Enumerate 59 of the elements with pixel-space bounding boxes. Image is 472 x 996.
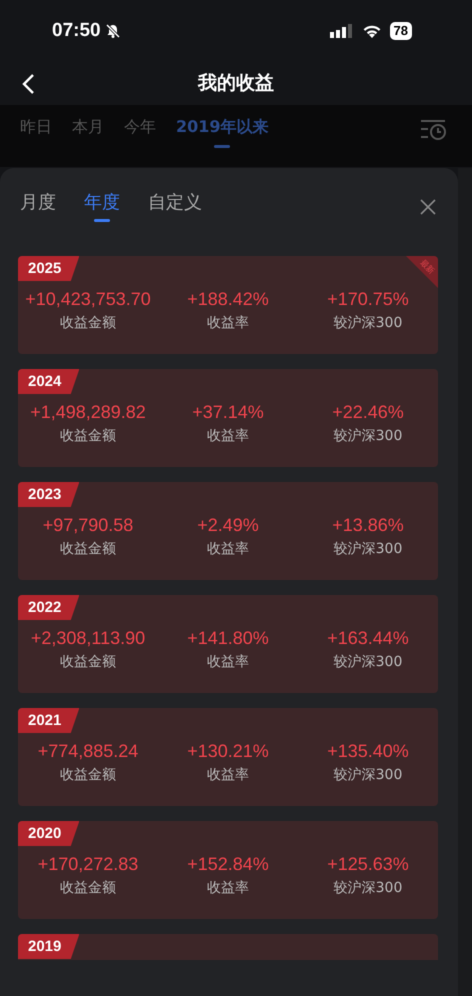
status-time: 07:50 [52, 18, 101, 43]
vs-index-return: +125.63% [327, 853, 409, 875]
year-tag: 2021 [18, 708, 80, 733]
signal-icon [330, 24, 354, 38]
vs-index-return: +170.75% [327, 288, 409, 310]
profit-amount: +10,423,753.70 [25, 288, 151, 310]
profit-amount: +97,790.58 [42, 514, 134, 536]
period-tab[interactable]: 2019年以来 [176, 115, 269, 148]
vs-index-return: +22.46% [332, 401, 404, 423]
return-rate: +37.14% [192, 401, 264, 423]
metric-label: 收益金额 [60, 766, 116, 785]
period-tab[interactable]: 今年 [124, 115, 156, 139]
metric-label: 收益金额 [60, 314, 116, 333]
metric-label: 收益率 [207, 766, 249, 785]
vs-index-return: +13.86% [332, 514, 404, 536]
return-rate: +130.21% [187, 740, 269, 762]
metric-label: 收益率 [207, 653, 249, 672]
metric-label: 较沪深300 [334, 427, 402, 446]
metric-label: 较沪深300 [334, 314, 402, 333]
metric-label: 收益金额 [60, 427, 116, 446]
metric-label: 较沪深300 [334, 653, 402, 672]
return-rate: +141.80% [187, 627, 269, 649]
history-filter-icon[interactable] [420, 119, 446, 141]
year-tag: 2023 [18, 482, 80, 507]
return-rate: +2.49% [197, 514, 259, 536]
profit-amount: +1,498,289.82 [30, 401, 146, 423]
return-rate: +188.42% [187, 288, 269, 310]
page-title: 我的收益 [198, 72, 274, 94]
profit-amount: +774,885.24 [38, 740, 138, 762]
metric-label: 收益率 [207, 879, 249, 898]
metric-label: 收益金额 [60, 540, 116, 559]
vs-index-return: +163.44% [327, 627, 409, 649]
metric-label: 收益金额 [60, 879, 116, 898]
battery-level: 78 [390, 22, 412, 40]
period-tab[interactable]: 本月 [72, 115, 104, 139]
latest-label: 最新 [418, 258, 436, 276]
year-tag: 2024 [18, 369, 80, 394]
wifi-icon [362, 24, 382, 38]
metric-label: 较沪深300 [334, 879, 402, 898]
year-tag: 2022 [18, 595, 80, 620]
metric-label: 收益金额 [60, 653, 116, 672]
metric-label: 收益率 [207, 540, 249, 559]
year-tag: 2020 [18, 821, 80, 846]
profit-amount: +170,272.83 [38, 853, 138, 875]
period-tab[interactable]: 昨日 [20, 115, 52, 139]
year-tag: 2019 [18, 934, 80, 959]
year-tag: 2025 [18, 256, 80, 281]
sheet-tab[interactable]: 年度 [84, 189, 120, 222]
profit-amount: +2,308,113.90 [30, 627, 146, 649]
bell-muted-icon [104, 23, 121, 39]
metric-label: 较沪深300 [334, 540, 402, 559]
return-rate: +152.84% [187, 853, 269, 875]
metric-label: 收益率 [207, 314, 249, 333]
sheet-tab[interactable]: 月度 [20, 189, 56, 216]
close-button[interactable] [420, 199, 436, 215]
sheet-tab[interactable]: 自定义 [148, 189, 202, 216]
metric-label: 收益率 [207, 427, 249, 446]
vs-index-return: +135.40% [327, 740, 409, 762]
metric-label: 较沪深300 [334, 766, 402, 785]
